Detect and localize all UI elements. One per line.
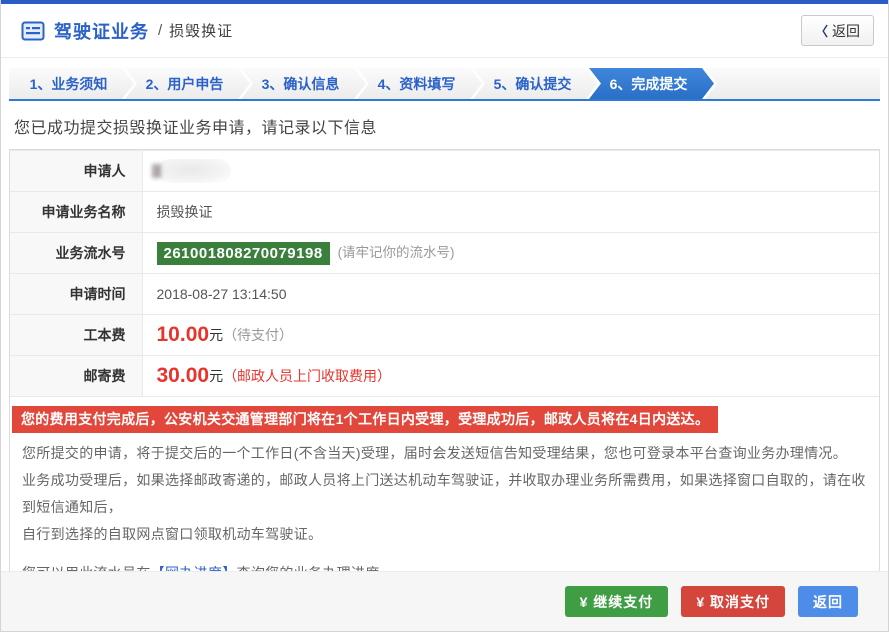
instruction-paragraph: 您所提交的申请，将于提交后的一个工作日(不含当天)受理，届时会发送短信告知受理结…	[22, 445, 848, 462]
step-2-user-declaration: 2、用户申告	[125, 68, 250, 99]
serial-number-note: (请牢记你的流水号)	[337, 245, 455, 261]
footer-action-bar: ¥ 继续支付 ¥ 取消支付 返回	[1, 571, 888, 631]
breadcrumb: 驾驶证业务 / 损毁换证	[21, 18, 233, 44]
back-button-top-label: 返回	[832, 22, 860, 39]
instruction-paragraph: 业务成功受理后，如果选择邮政寄递的，邮政人员将上门送达机动车驾驶证，并收取办理业…	[22, 472, 866, 516]
page-title: 损毁换证	[169, 23, 234, 40]
postage-fee-value: 30.00元（邮政人员上门收取费用）	[142, 355, 879, 397]
table-row-postage-fee: 邮寄费 30.00元（邮政人员上门收取费用）	[10, 355, 879, 397]
applicant-value	[142, 150, 879, 192]
table-row-applicant: 申请人	[10, 150, 879, 192]
back-button-top[interactable]: 〈 返回	[800, 15, 874, 46]
apply-time-value: 2018-08-27 13:14:50	[142, 273, 879, 315]
breadcrumb-separator: /	[158, 22, 163, 39]
postage-fee-note: （邮政人员上门收取费用）	[223, 368, 392, 384]
serial-number-label: 业务流水号	[10, 232, 143, 274]
business-name-label: 申请业务名称	[10, 191, 143, 233]
applicant-label: 申请人	[10, 150, 143, 192]
chevron-left-icon: 〈	[814, 24, 828, 39]
step-wizard-filler	[705, 68, 880, 99]
step-1-business-notice: 1、业务须知	[9, 68, 134, 99]
step-3-confirm-info: 3、确认信息	[241, 68, 366, 99]
table-row-business-name: 申请业务名称 损毁换证	[10, 191, 879, 233]
table-row-production-fee: 工本费 10.00元（待支付）	[10, 314, 879, 356]
production-fee-value: 10.00元（待支付）	[142, 314, 879, 356]
serial-number-value: 261001808270079198 (请牢记你的流水号)	[142, 232, 879, 274]
step-4-fill-materials: 4、资料填写	[357, 68, 482, 99]
page: 驾驶证业务 / 损毁换证 〈 返回 1、业务须知 2、用户申告 3、确认信息 4…	[0, 0, 889, 632]
postage-fee-label: 邮寄费	[10, 355, 143, 397]
serial-number-badge: 261001808270079198	[156, 241, 330, 265]
cancel-pay-button[interactable]: ¥ 取消支付	[681, 586, 785, 617]
production-fee-unit: 元	[209, 327, 224, 343]
step-5-confirm-submit: 5、确认提交	[473, 68, 598, 99]
notice-banner-wrap: 您的费用支付完成后，公安机关交通管理部门将在1个工作日内受理，受理成功后，邮政人…	[10, 397, 879, 434]
production-fee-note: （待支付）	[223, 327, 294, 343]
header: 驾驶证业务 / 损毁换证 〈 返回	[1, 4, 888, 58]
result-info-box: 申请人 申请业务名称 损毁换证 业务流水号 261001808270079198…	[9, 149, 880, 603]
postage-fee-amount: 30.00	[156, 364, 210, 387]
back-button-bottom[interactable]: 返回	[798, 586, 858, 617]
production-fee-amount: 10.00	[156, 323, 210, 346]
step-6-complete-submit: 6、完成提交	[589, 68, 714, 99]
production-fee-label: 工本费	[10, 314, 143, 356]
table-row-apply-time: 申请时间 2018-08-27 13:14:50	[10, 273, 879, 315]
postage-fee-unit: 元	[209, 368, 224, 384]
table-row-serial-number: 业务流水号 261001808270079198 (请牢记你的流水号)	[10, 232, 879, 274]
license-card-icon	[21, 21, 45, 40]
continue-pay-button[interactable]: ¥ 继续支付	[564, 586, 669, 617]
section-title: 驾驶证业务	[54, 21, 149, 42]
success-message: 您已成功提交损毁换证业务申请，请记录以下信息	[14, 120, 378, 137]
application-info-table: 申请人 申请业务名称 损毁换证 业务流水号 261001808270079198…	[10, 150, 879, 397]
business-name-value: 损毁换证	[142, 191, 879, 233]
apply-time-label: 申请时间	[10, 273, 143, 315]
applicant-name-redacted	[156, 159, 231, 183]
instruction-paragraph: 自行到选择的自取网点窗口领取机动车驾驶证。	[22, 526, 323, 543]
notice-banner: 您的费用支付完成后，公安机关交通管理部门将在1个工作日内受理，受理成功后，邮政人…	[12, 406, 719, 434]
step-wizard: 1、业务须知 2、用户申告 3、确认信息 4、资料填写 5、确认提交 6、完成提…	[9, 68, 880, 101]
